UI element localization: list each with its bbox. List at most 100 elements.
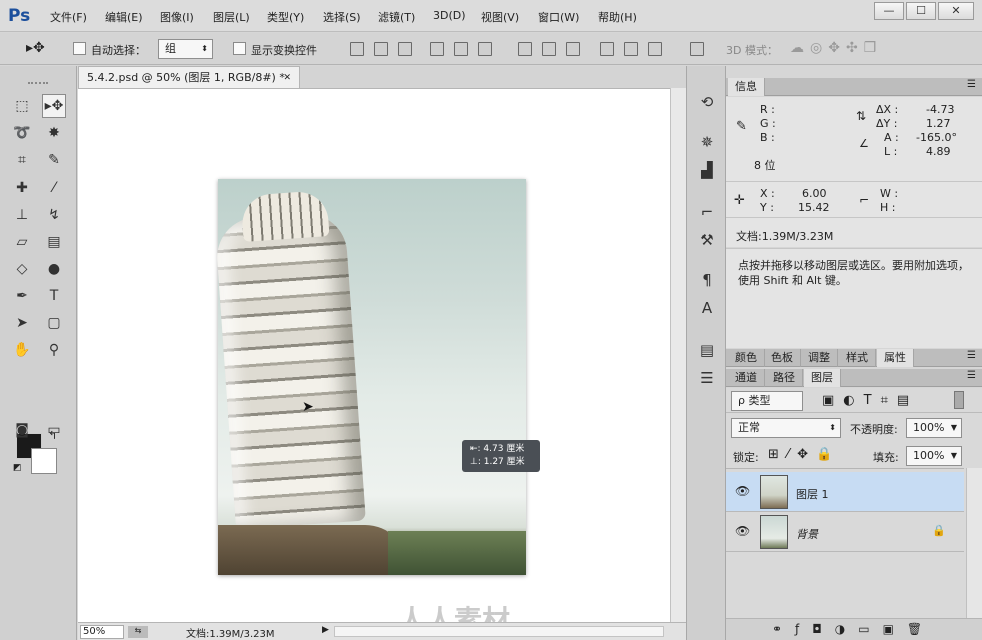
pen-tool-icon[interactable]: ✒	[10, 284, 34, 308]
align-vcenter-icon[interactable]	[374, 42, 388, 56]
distribute-top-icon[interactable]	[518, 42, 532, 56]
move-tool-icon[interactable]: ▸✥	[42, 94, 66, 118]
menu-select[interactable]: 选择(S)	[323, 9, 361, 25]
background-color-swatch[interactable]	[31, 448, 57, 474]
tab-info[interactable]: 信息	[728, 78, 765, 96]
align-top-icon[interactable]	[350, 42, 364, 56]
distribute-hcenter-icon[interactable]	[624, 42, 638, 56]
horizontal-scrollbar[interactable]	[334, 626, 664, 637]
zoom-field[interactable]: 50%	[80, 625, 124, 639]
align-bottom-icon[interactable]	[398, 42, 412, 56]
auto-select-checkbox[interactable]	[73, 42, 86, 55]
background-layer-name[interactable]: 背景	[796, 526, 818, 542]
properties-panel-icon[interactable]: ☰	[697, 368, 717, 388]
menu-view[interactable]: 视图(V)	[481, 9, 519, 25]
menu-edit[interactable]: 编辑(E)	[105, 9, 143, 25]
notes-panel-icon[interactable]: ▤	[697, 340, 717, 360]
menu-filter[interactable]: 滤镜(T)	[378, 9, 415, 25]
tab-styles[interactable]: 样式	[839, 349, 876, 367]
close-window-button[interactable]: ✕	[938, 2, 974, 20]
distribute-left-icon[interactable]	[600, 42, 614, 56]
history-brush-icon[interactable]: ↯	[42, 203, 66, 227]
menu-file[interactable]: 文件(F)	[50, 9, 87, 25]
layer-filter-icons[interactable]: ▣◐T⌗▤	[822, 393, 918, 408]
tab-paths[interactable]: 路径	[766, 369, 803, 387]
menu-layer[interactable]: 图层(L)	[213, 9, 250, 25]
path-select-icon[interactable]: ➤	[10, 311, 34, 335]
minimize-button[interactable]: —	[874, 2, 904, 20]
tab-layers[interactable]: 图层	[804, 369, 841, 387]
menu-3d[interactable]: 3D(D)	[433, 9, 466, 22]
zoom-tool-icon[interactable]: ⚲	[42, 338, 66, 362]
type-tool-icon[interactable]: T	[42, 284, 66, 308]
share-icon[interactable]: ⇆	[128, 626, 148, 638]
filter-toggle[interactable]	[954, 391, 964, 409]
dodge-tool-icon[interactable]: ●	[42, 257, 66, 281]
align-hcenter-icon[interactable]	[454, 42, 468, 56]
document-tab[interactable]: 5.4.2.psd @ 50% (图层 1, RGB/8#) * ✕	[78, 66, 300, 88]
status-menu-arrow-icon[interactable]: ▶	[322, 625, 329, 635]
layer1-name[interactable]: 图层 1	[796, 486, 829, 502]
tab-channels[interactable]: 通道	[728, 369, 765, 387]
healing-brush-icon[interactable]: ✚	[10, 176, 34, 200]
blend-mode-dropdown[interactable]: 正常 ⬍	[731, 418, 841, 438]
menu-help[interactable]: 帮助(H)	[598, 9, 637, 25]
auto-align-icon[interactable]	[690, 42, 704, 56]
screen-mode-icon[interactable]: ▭	[42, 418, 66, 442]
brush-tool-icon[interactable]: ⁄	[42, 176, 66, 200]
canvas[interactable]: ➤ ⇤: 4.73 厘米 ⊥: 1.27 厘米 人人素材	[78, 88, 670, 637]
close-tab-icon[interactable]: ✕	[283, 67, 291, 89]
opacity-field[interactable]: 100% ▼	[906, 418, 962, 438]
marquee-tool-icon[interactable]: ⬚	[10, 94, 34, 118]
show-transform-checkbox[interactable]	[233, 42, 246, 55]
panel-menu-icon[interactable]: ☰	[967, 79, 976, 90]
vertical-scrollbar[interactable]	[670, 88, 686, 622]
hand-tool-icon[interactable]: ✋	[10, 338, 34, 362]
navigator-panel-icon[interactable]: ✵	[697, 132, 717, 152]
3d-mode-icons[interactable]: ☁◎✥✣❒	[790, 40, 882, 56]
menu-window[interactable]: 窗口(W)	[538, 9, 579, 25]
default-colors-icon[interactable]: ◩	[13, 463, 22, 473]
panel-menu-icon[interactable]: ☰	[967, 370, 976, 381]
align-right-icon[interactable]	[478, 42, 492, 56]
crop-tool-icon[interactable]: ⌗	[10, 148, 34, 172]
character-panel-icon[interactable]: A	[697, 298, 717, 318]
move-tool-preset-icon[interactable]: ▸✥	[26, 40, 45, 56]
toolbox-grip[interactable]	[28, 82, 48, 84]
tool-presets-icon[interactable]: ⚒	[697, 230, 717, 250]
tab-color[interactable]: 颜色	[728, 349, 765, 367]
distribute-vcenter-icon[interactable]	[542, 42, 556, 56]
blur-tool-icon[interactable]: ◇	[10, 257, 34, 281]
distribute-right-icon[interactable]	[648, 42, 662, 56]
layer-footer-icons[interactable]: ⚭ƒ◘◑▭▣🗑	[772, 622, 935, 636]
maximize-button[interactable]: ☐	[906, 2, 936, 20]
lock-icons[interactable]: ⊞⁄✥🔒	[768, 447, 840, 462]
visibility-eye-icon[interactable]: 👁	[735, 484, 750, 498]
paragraph-panel-icon[interactable]: ¶	[697, 270, 717, 290]
layers-scrollbar[interactable]	[966, 468, 982, 618]
gradient-tool-icon[interactable]: ▤	[42, 230, 66, 254]
eyedropper-icon[interactable]: ✎	[42, 148, 66, 172]
clone-stamp-icon[interactable]: ⊥	[10, 203, 34, 227]
magic-wand-icon[interactable]: ✸	[42, 121, 66, 145]
visibility-eye-icon[interactable]: 👁	[735, 524, 750, 538]
tab-properties[interactable]: 属性	[877, 349, 914, 367]
shape-tool-icon[interactable]: ▢	[42, 311, 66, 335]
layer-filter-dropdown[interactable]: ρ 类型	[731, 391, 803, 411]
history-panel-icon[interactable]: ⟲	[697, 92, 717, 112]
align-left-icon[interactable]	[430, 42, 444, 56]
eraser-tool-icon[interactable]: ▱	[10, 230, 34, 254]
layer-row-layer1[interactable]: 👁 图层 1	[726, 472, 964, 512]
fill-field[interactable]: 100% ▼	[906, 446, 962, 466]
layer-row-background[interactable]: 👁 背景 🔒	[726, 512, 964, 552]
tab-swatches[interactable]: 色板	[764, 349, 801, 367]
brush-panel-icon[interactable]: ⌐	[697, 202, 717, 222]
panel-menu-icon[interactable]: ☰	[967, 350, 976, 361]
auto-select-dropdown[interactable]: 组 ⬍	[158, 39, 213, 59]
histogram-panel-icon[interactable]: ▟	[697, 160, 717, 180]
quick-mask-icon[interactable]: ◙	[10, 418, 34, 442]
lasso-tool-icon[interactable]: ➰	[10, 121, 34, 145]
menu-image[interactable]: 图像(I)	[160, 9, 194, 25]
tab-adjustments[interactable]: 调整	[801, 349, 838, 367]
menu-type[interactable]: 类型(Y)	[267, 9, 304, 25]
